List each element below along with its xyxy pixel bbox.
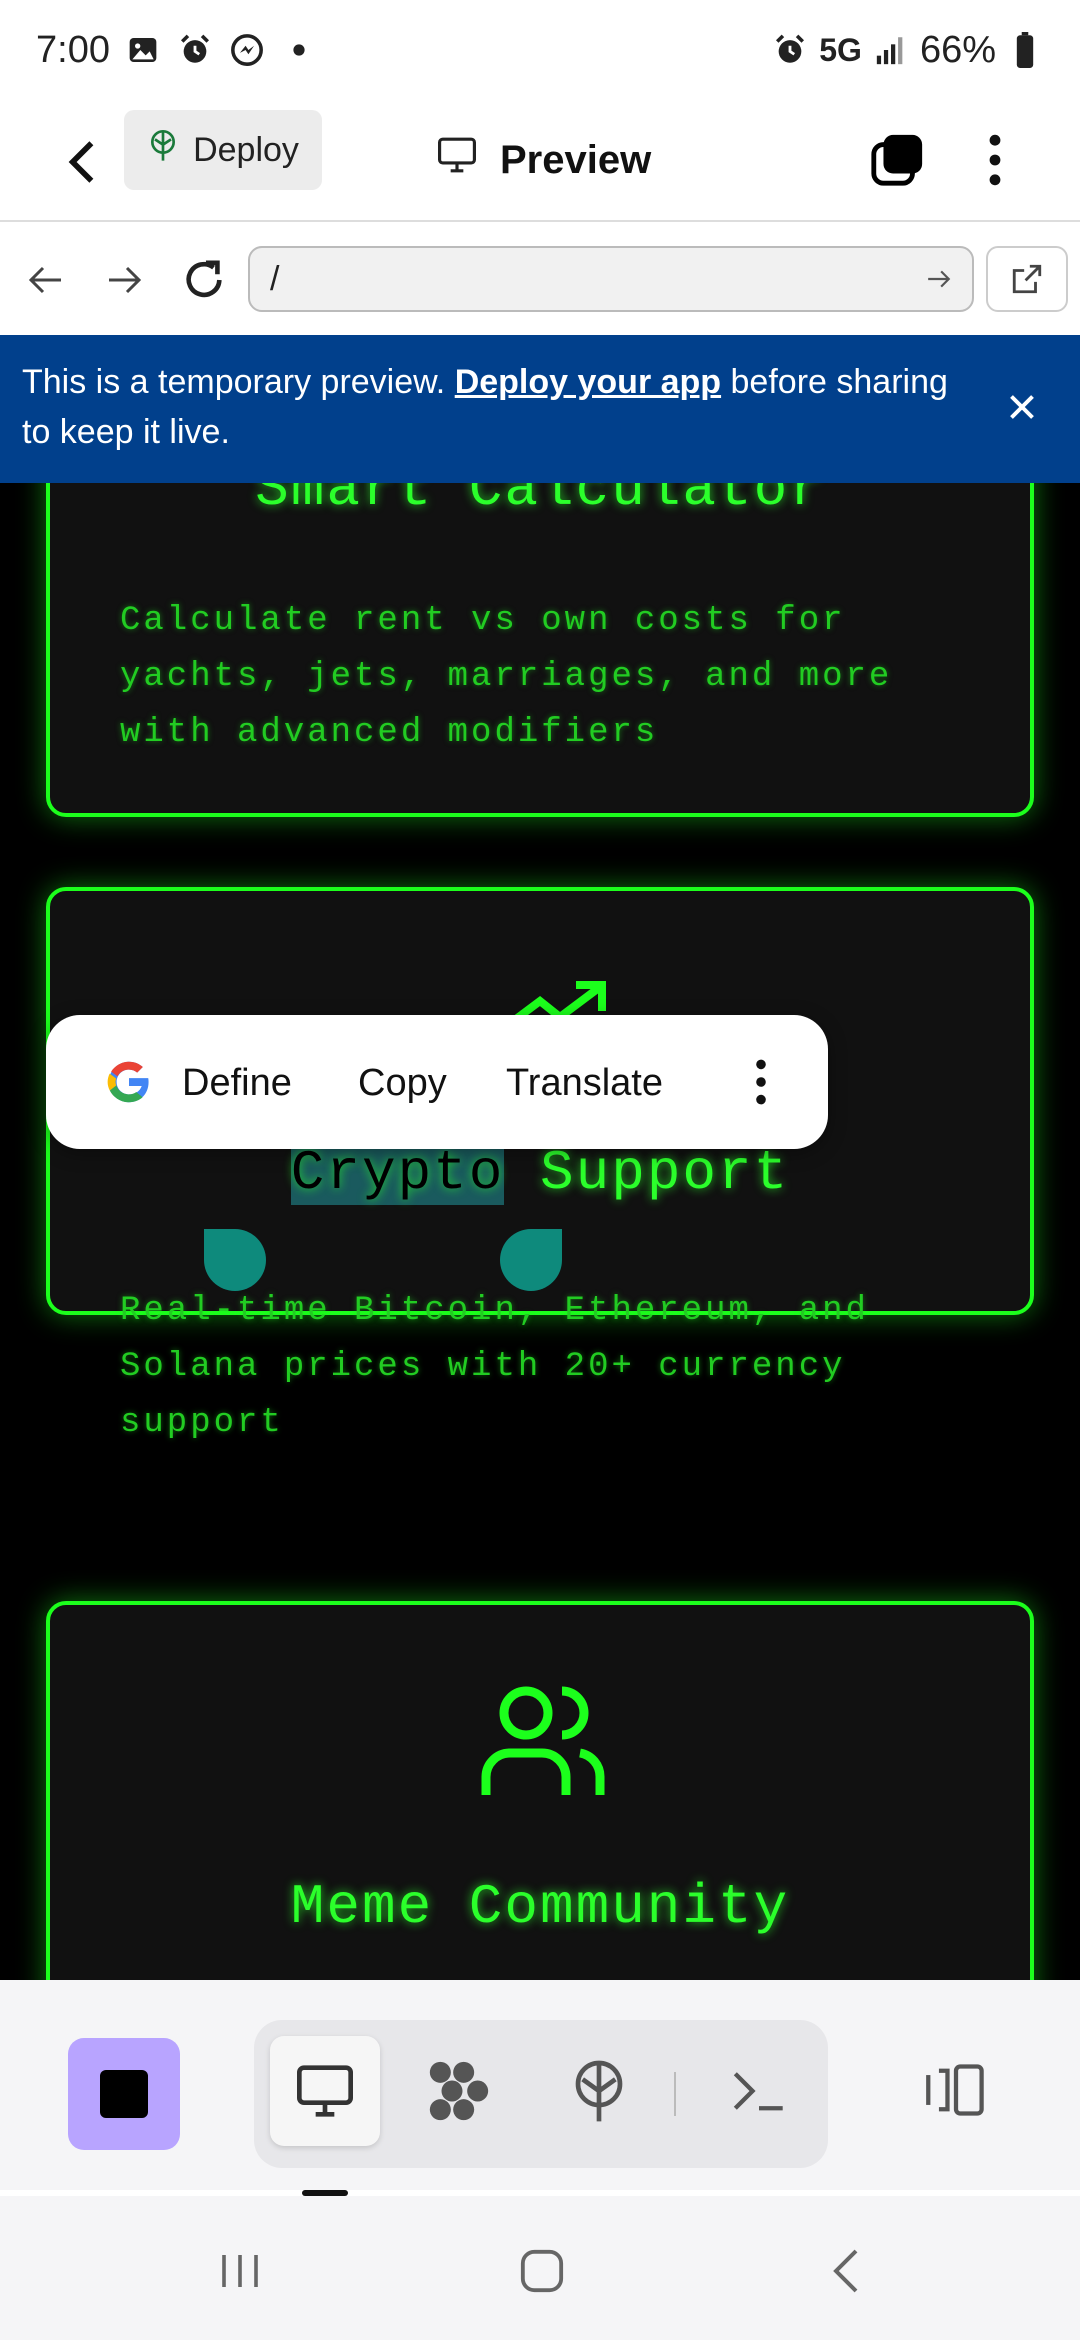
bottom-toolbar: [0, 1980, 1080, 2190]
signal-icon: [872, 31, 910, 69]
text-selection-menu: Define Copy Translate: [46, 1015, 828, 1149]
home-icon: [520, 2249, 564, 2293]
card-description: Calculate rent vs own costs for yachts, …: [120, 602, 893, 752]
more-options-button[interactable]: [970, 120, 1020, 200]
feature-card-calculator: Smart Calculator Calculate rent vs own c…: [46, 483, 1034, 817]
more-vertical-icon: [756, 1059, 766, 1105]
banner-close-button[interactable]: [994, 379, 1050, 435]
card-description: Real-time Bitcoin, Ethereum, and Solana …: [120, 1292, 869, 1442]
recent-apps-button[interactable]: [200, 2236, 280, 2306]
close-icon: [1010, 395, 1034, 419]
selection-handle-start[interactable]: [204, 1229, 266, 1291]
card-title-rest: Support: [504, 1141, 790, 1205]
desktop-icon: [297, 2065, 353, 2117]
back-button[interactable]: [52, 122, 112, 202]
browser-back-button[interactable]: [16, 250, 76, 310]
url-row: /: [0, 224, 1080, 334]
go-arrow-icon[interactable]: [926, 268, 952, 290]
deploy-app-link[interactable]: Deploy your app: [455, 363, 721, 401]
url-value: /: [270, 259, 280, 298]
status-time: 7:00: [36, 28, 110, 71]
deploy-icon: [575, 2060, 623, 2122]
tool-divider: [674, 2072, 676, 2116]
network-label: 5G: [819, 31, 862, 68]
system-back-button[interactable]: [806, 2236, 886, 2306]
messenger-icon: [228, 31, 266, 69]
workflow-tool-button[interactable]: [404, 2036, 514, 2146]
deploy-button[interactable]: Deploy: [124, 110, 322, 190]
context-more-button[interactable]: [746, 1045, 776, 1119]
deploy-tool-button[interactable]: [544, 2036, 654, 2146]
browser-forward-button[interactable]: [94, 250, 154, 310]
external-link-icon: [1012, 264, 1042, 294]
page-title: Preview: [436, 120, 651, 200]
reload-icon: [186, 260, 222, 298]
terminal-icon: [733, 2072, 783, 2111]
status-bar: 7:00 5G 66%: [0, 0, 1080, 100]
terminal-tool-button[interactable]: [704, 2036, 814, 2146]
card-title: Smart Calculator: [255, 483, 825, 521]
battery-icon: [1006, 31, 1044, 69]
chevron-left-icon: [68, 141, 94, 183]
arrow-left-icon: [28, 266, 61, 294]
stop-icon: [100, 2070, 148, 2118]
app-header: Deploy Preview: [0, 100, 1080, 222]
translate-button[interactable]: Translate: [506, 1055, 663, 1111]
preview-title-text: Preview: [500, 137, 652, 182]
banner-text-before: This is a temporary preview.: [22, 363, 455, 401]
deploy-icon: [147, 128, 179, 173]
stop-button[interactable]: [68, 2038, 180, 2150]
selected-text[interactable]: Crypto: [290, 1141, 505, 1205]
back-icon: [833, 2249, 858, 2293]
recent-apps-icon: [222, 2255, 258, 2287]
battery-percent: 66%: [919, 28, 996, 71]
users-icon: [478, 1683, 608, 1804]
monitor-icon: [436, 136, 478, 184]
dot-icon: [280, 31, 318, 69]
tabs-icon: [871, 134, 923, 186]
alarm-icon: [176, 31, 214, 69]
system-navigation-bar: [0, 2196, 1080, 2340]
reload-button[interactable]: [174, 250, 234, 310]
image-icon: [124, 31, 162, 69]
define-button[interactable]: Define: [182, 1055, 292, 1111]
more-vertical-icon: [989, 134, 1001, 186]
google-icon: [102, 1055, 156, 1109]
copy-button[interactable]: Copy: [358, 1055, 447, 1111]
tool-group: [254, 2020, 828, 2168]
feature-card-meme: Meme Community: [46, 1601, 1034, 1980]
card-title: Meme Community: [290, 1875, 790, 1939]
home-button[interactable]: [502, 2236, 582, 2306]
preview-tool-button[interactable]: [270, 2036, 380, 2146]
arrow-right-icon: [109, 266, 142, 294]
tabs-button[interactable]: [866, 120, 928, 200]
alarm-icon: [771, 31, 809, 69]
temporary-preview-banner: This is a temporary preview. Deploy your…: [0, 335, 1080, 483]
preview-content: Smart Calculator Calculate rent vs own c…: [0, 483, 1080, 1980]
url-input[interactable]: /: [248, 246, 974, 312]
card-title: Crypto Support: [50, 1141, 1030, 1205]
selection-handle-end[interactable]: [500, 1229, 562, 1291]
open-external-button[interactable]: [986, 246, 1068, 312]
deploy-label: Deploy: [193, 130, 299, 169]
sidebar-panel-icon: [926, 2064, 984, 2116]
workflow-icon: [429, 2061, 489, 2121]
toggle-panel-button[interactable]: [916, 2050, 996, 2130]
